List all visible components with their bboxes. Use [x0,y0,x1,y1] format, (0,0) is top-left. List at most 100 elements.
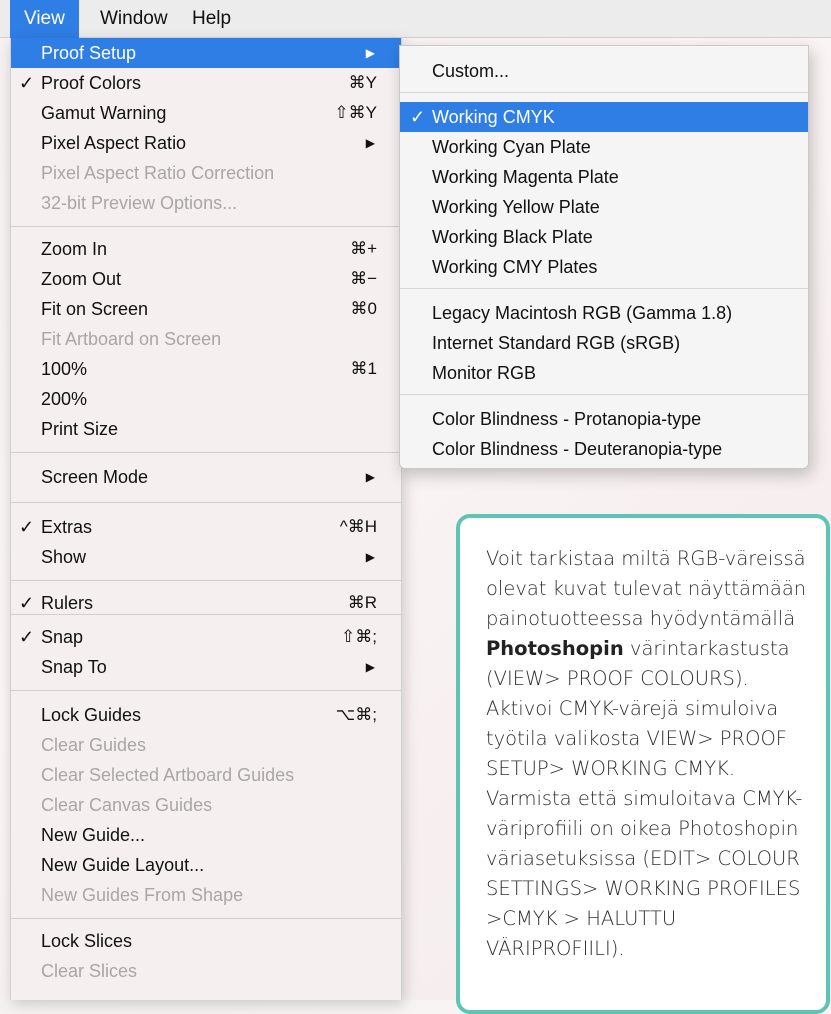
shortcut-label: ⇧⌘Y [334,103,377,122]
menu-item-proof-colors[interactable]: ✓ Proof Colors ⌘Y [11,68,401,98]
menubar-help[interactable]: Help [178,0,245,38]
menu-item-label: Zoom In [41,239,108,259]
menu-item-print-size[interactable]: Print Size [11,414,401,444]
submenu-separator [400,394,808,395]
submenu-item-color-blindness-deuteranopia-type[interactable]: Color Blindness - Deuteranopia-type [400,434,808,464]
menu-item-clear-guides: Clear Guides [11,730,401,760]
checkmark-icon: ✓ [19,73,35,93]
submenu-item-label: Working Yellow Plate [432,197,600,217]
menu-item-new-guide[interactable]: New Guide... [11,820,401,850]
callout-bold: Photoshopin [486,637,624,660]
menu-item-gamut-warning[interactable]: Gamut Warning ⇧⌘Y [11,98,401,128]
menu-separator [11,452,401,453]
menu-item-pixel-aspect-ratio-correction: Pixel Aspect Ratio Correction [11,158,401,188]
checkmark-icon: ✓ [19,627,35,647]
menu-separator [11,918,401,919]
submenu-item-label: Color Blindness - Deuteranopia-type [432,439,723,459]
submenu-item-working-cmy-plates[interactable]: Working CMY Plates [400,252,808,282]
submenu-item-label: Working Magenta Plate [432,167,619,187]
submenu-separator [400,288,808,289]
submenu-item-color-blindness-protanopia-type[interactable]: Color Blindness - Protanopia-type [400,404,808,434]
submenu-arrow-icon: ▶ [365,46,375,60]
menu-item-label: Lock Slices [41,931,133,951]
submenu-item-working-magenta-plate[interactable]: Working Magenta Plate [400,162,808,192]
proof-setup-submenu: Custom... ✓ Working CMYK Working Cyan Plate… [399,45,809,469]
menu-item-snap[interactable]: ✓ Snap ⇧⌘; [11,622,401,652]
menu-item-lock-slices[interactable]: Lock Slices [11,926,401,956]
submenu-arrow-icon: ▶ [365,136,375,150]
menu-item-32-bit-preview-options: 32-bit Preview Options... [11,188,401,218]
submenu-item-label: Monitor RGB [432,363,537,383]
menu-item-label: Clear Guides [41,735,147,755]
menu-item-label: New Guides From Shape [41,885,244,905]
menu-item-label: Clear Selected Artboard Guides [41,765,295,785]
menubar-view[interactable]: View [10,0,79,38]
submenu-item-label: Internet Standard RGB (sRGB) [432,333,681,353]
shortcut-label: ⇧⌘; [341,627,377,646]
menubar-window[interactable]: Window [86,0,182,38]
menu-item-label: Extras [41,517,93,537]
submenu-item-working-black-plate[interactable]: Working Black Plate [400,222,808,252]
menu-item-label: New Guide Layout... [41,855,205,875]
submenu-item-legacy-macintosh-rgb-gamma-1-8[interactable]: Legacy Macintosh RGB (Gamma 1.8) [400,298,808,328]
callout-text-before: Voit tarkistaa miltä RGB-väreissä olevat… [486,547,807,630]
menu-item-label: Gamut Warning [41,103,167,123]
submenu-arrow-icon: ▶ [365,660,375,674]
menu-separator [11,690,401,691]
checkmark-icon: ✓ [19,593,35,613]
submenu-item-working-yellow-plate[interactable]: Working Yellow Plate [400,192,808,222]
submenu-item-working-cmyk[interactable]: ✓ Working CMYK [400,102,808,132]
menu-item-label: Fit on Screen [41,299,149,319]
menu-item-label: Proof Colors [41,73,142,93]
submenu-item-label: Custom... [432,61,510,81]
menu-item-100[interactable]: 100% ⌘1 [11,354,401,384]
menu-item-label: New Guide... [41,825,146,845]
menu-item-proof-setup[interactable]: Proof Setup ▶ [11,38,401,68]
menu-item-fit-artboard-on-screen: Fit Artboard on Screen [11,324,401,354]
menu-item-show[interactable]: Show ▶ [11,542,401,572]
shortcut-label: ^⌘H [339,517,377,536]
submenu-item-internet-standard-rgb-srgb[interactable]: Internet Standard RGB (sRGB) [400,328,808,358]
submenu-item-monitor-rgb[interactable]: Monitor RGB [400,358,808,388]
view-menu: Proof Setup ▶ ✓ Proof Colors ⌘Y Gamut Warning… [10,38,402,1000]
menu-item-200[interactable]: 200% [11,384,401,414]
menu-item-label: 100% [41,359,88,379]
submenu-item-label: Color Blindness - Protanopia-type [432,409,702,429]
menu-item-label: Zoom Out [41,269,122,289]
menu-item-label: Proof Setup [41,43,137,63]
submenu-item-custom[interactable]: Custom... [400,56,808,86]
shortcut-label: ⌘− [350,269,377,288]
submenu-item-label: Legacy Macintosh RGB (Gamma 1.8) [432,303,733,323]
menu-item-clear-slices: Clear Slices [11,956,401,986]
menu-item-label: 200% [41,389,88,409]
menu-item-zoom-out[interactable]: Zoom Out ⌘− [11,264,401,294]
menu-item-label: Screen Mode [41,467,149,487]
shortcut-label: ⌘0 [350,299,377,318]
menu-item-label: Print Size [41,419,119,439]
shortcut-label: ⌘Y [348,73,377,92]
menu-item-label: Rulers [41,593,94,613]
info-callout: Voit tarkistaa miltä RGB-väreissä olevat… [456,514,830,1014]
menu-item-label: Lock Guides [41,705,142,725]
menu-item-zoom-in[interactable]: Zoom In ⌘+ [11,234,401,264]
submenu-item-label: Working Black Plate [432,227,593,247]
submenu-arrow-icon: ▶ [365,470,375,484]
menu-item-lock-guides[interactable]: Lock Guides ⌥⌘; [11,700,401,730]
menu-item-new-guide-layout[interactable]: New Guide Layout... [11,850,401,880]
menu-item-fit-on-screen[interactable]: Fit on Screen ⌘0 [11,294,401,324]
menu-item-label: Pixel Aspect Ratio Correction [41,163,275,183]
menu-item-clear-canvas-guides: Clear Canvas Guides [11,790,401,820]
submenu-arrow-icon: ▶ [365,550,375,564]
menu-item-extras[interactable]: ✓ Extras ^⌘H [11,512,401,542]
menu-item-snap-to[interactable]: Snap To ▶ [11,652,401,682]
menu-item-rulers[interactable]: ✓ Rulers ⌘R [11,588,401,618]
shortcut-label: ⌘+ [350,239,377,258]
menu-item-label: Snap To [41,657,107,677]
shortcut-label: ⌘1 [350,359,377,378]
menu-item-label: Clear Slices [41,961,138,981]
submenu-item-working-cyan-plate[interactable]: Working Cyan Plate [400,132,808,162]
menu-item-pixel-aspect-ratio[interactable]: Pixel Aspect Ratio ▶ [11,128,401,158]
shortcut-label: ⌥⌘; [335,705,377,724]
shortcut-label: ⌘R [347,593,377,612]
menu-item-screen-mode[interactable]: Screen Mode ▶ [11,462,401,492]
